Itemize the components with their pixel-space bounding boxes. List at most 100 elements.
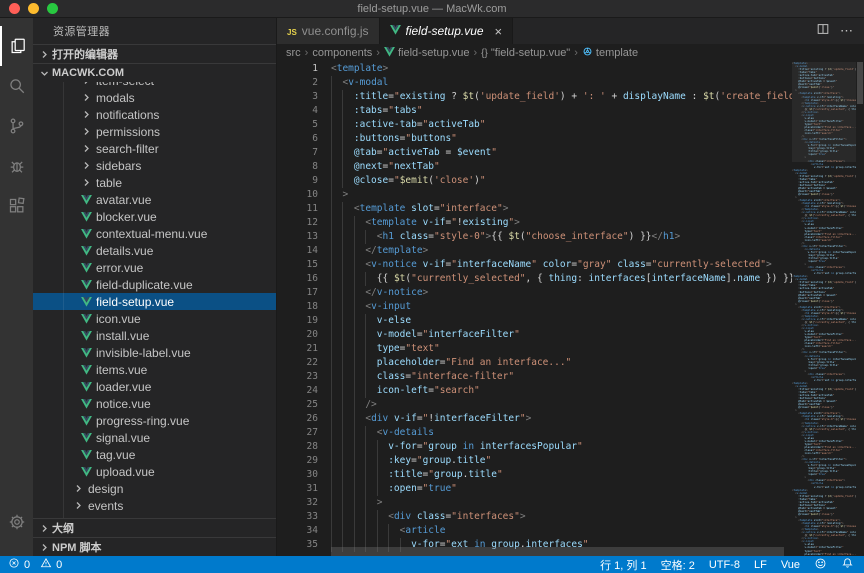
settings-gear-icon[interactable] (0, 502, 33, 542)
feedback-smiley-icon[interactable] (814, 557, 827, 573)
notifications-bell-icon[interactable] (841, 557, 854, 573)
tree-file-tag-vue[interactable]: tag.vue (33, 446, 276, 463)
eol-sequence[interactable]: LF (754, 559, 767, 571)
code-line-13[interactable]: 13 <h1 class="style-0">{{ $t("choose_int… (277, 230, 864, 244)
code-line-19[interactable]: 19 v-else (277, 314, 864, 328)
breadcrumb-item-2[interactable]: components (312, 47, 372, 59)
minimize-window-button[interactable] (28, 3, 39, 14)
minimap[interactable]: <template> <v-modal :title="existing ? $… (792, 62, 856, 556)
more-actions-icon[interactable]: ⋯ (840, 23, 854, 39)
tree-file-blocker-vue[interactable]: blocker.vue (33, 208, 276, 225)
minimap-slider[interactable] (792, 62, 856, 162)
tree-file-invisible-label-vue[interactable]: invisible-label.vue (33, 344, 276, 361)
tree-folder-notifications[interactable]: notifications (33, 106, 276, 123)
code-line-15[interactable]: 15 <v-notice v-if="interfaceName" color=… (277, 258, 864, 272)
tree-folder-modals[interactable]: modals (33, 89, 276, 106)
code-line-16[interactable]: 16 {{ $t("currently_selected", { thing: … (277, 272, 864, 286)
tree-file-contextual-menu-vue[interactable]: contextual-menu.vue (33, 225, 276, 242)
open-editors-section[interactable]: 打开的编辑器 (33, 44, 276, 63)
tree-file-install-vue[interactable]: install.vue (33, 327, 276, 344)
code-line-26[interactable]: 26 <div v-if="!interfaceFilter"> (277, 412, 864, 426)
breadcrumb-item-3[interactable]: field-setup.vue (384, 47, 470, 60)
extensions-icon[interactable] (0, 186, 33, 226)
code-line-7[interactable]: 7 @tab="activeTab = $event" (277, 146, 864, 160)
code-line-22[interactable]: 22 placeholder="Find an interface..." (277, 356, 864, 370)
language-mode[interactable]: Vue (781, 559, 800, 571)
split-editor-icon[interactable] (816, 22, 830, 41)
tree-file-icon-vue[interactable]: icon.vue (33, 310, 276, 327)
code-line-21[interactable]: 21 type="text" (277, 342, 864, 356)
code-line-17[interactable]: 17 </v-notice> (277, 286, 864, 300)
tree-file-items-vue[interactable]: items.vue (33, 361, 276, 378)
tree-file-signal-vue[interactable]: signal.vue (33, 429, 276, 446)
tab-vue-config-js[interactable]: JSvue.config.js (277, 18, 380, 44)
code-line-14[interactable]: 14 </template> (277, 244, 864, 258)
tree-folder-events[interactable]: events (33, 497, 276, 514)
code-line-20[interactable]: 20 v-model="interfaceFilter" (277, 328, 864, 342)
tree-folder-item-select[interactable]: item-select (33, 82, 276, 89)
tree-folder-permissions[interactable]: permissions (33, 123, 276, 140)
project-section[interactable]: MACWK.COM (33, 63, 276, 82)
code-line-12[interactable]: 12 <template v-if="!existing"> (277, 216, 864, 230)
code-line-24[interactable]: 24 icon-left="search" (277, 384, 864, 398)
code-line-3[interactable]: 3 :title="existing ? $t('update_field') … (277, 90, 864, 104)
tree-folder-table[interactable]: table (33, 174, 276, 191)
breadcrumb-item-4[interactable]: {}"field-setup.vue" (481, 47, 570, 59)
code-line-23[interactable]: 23 class="interface-filter" (277, 370, 864, 384)
code-line-1[interactable]: 1<template> (277, 62, 864, 76)
tree-file-field-duplicate-vue[interactable]: field-duplicate.vue (33, 276, 276, 293)
indentation[interactable]: 空格: 2 (661, 557, 695, 573)
code-line-11[interactable]: 11 <template slot="interface"> (277, 202, 864, 216)
maximize-window-button[interactable] (47, 3, 58, 14)
code-line-30[interactable]: 30 :title="group.title" (277, 468, 864, 482)
line-number: 28 (277, 440, 318, 454)
breadcrumb-item-5[interactable]: template (582, 46, 638, 60)
horizontal-scrollbar[interactable] (331, 547, 784, 556)
tree-file-error-vue[interactable]: error.vue (33, 259, 276, 276)
tree-file-details-vue[interactable]: details.vue (33, 242, 276, 259)
scrollbar-thumb[interactable] (857, 62, 863, 104)
line-number: 29 (277, 454, 318, 468)
code-line-29[interactable]: 29 :key="group.title" (277, 454, 864, 468)
cursor-position[interactable]: 行 1, 列 1 (600, 557, 646, 573)
close-window-button[interactable] (9, 3, 20, 14)
code-line-27[interactable]: 27 <v-details (277, 426, 864, 440)
code-line-10[interactable]: 10 > (277, 188, 864, 202)
npm-scripts-section[interactable]: NPM 脚本 (33, 537, 276, 556)
code-line-34[interactable]: 34 <article (277, 524, 864, 538)
tree-file-loader-vue[interactable]: loader.vue (33, 378, 276, 395)
tree-file-notice-vue[interactable]: notice.vue (33, 395, 276, 412)
close-tab-icon[interactable]: × (495, 24, 503, 39)
code-line-28[interactable]: 28 v-for="group in interfacesPopular" (277, 440, 864, 454)
code-line-6[interactable]: 6 :buttons="buttons" (277, 132, 864, 146)
tab-field-setup-vue[interactable]: field-setup.vue× (380, 18, 514, 44)
tree-folder-design[interactable]: design (33, 480, 276, 497)
breadcrumb-item-1[interactable]: src (286, 47, 301, 59)
code-line-18[interactable]: 18 <v-input (277, 300, 864, 314)
code-text: <template slot="interface"> (331, 202, 508, 216)
outline-section[interactable]: 大纲 (33, 518, 276, 537)
code-line-8[interactable]: 8 @next="nextTab" (277, 160, 864, 174)
tree-file-progress-ring-vue[interactable]: progress-ring.vue (33, 412, 276, 429)
code-line-5[interactable]: 5 :active-tab="activeTab" (277, 118, 864, 132)
encoding[interactable]: UTF-8 (709, 559, 740, 571)
tree-file-field-setup-vue[interactable]: field-setup.vue (33, 293, 276, 310)
code-line-9[interactable]: 9 @close="$emit('close')" (277, 174, 864, 188)
source-control-icon[interactable] (0, 106, 33, 146)
search-icon[interactable] (0, 66, 33, 106)
tree-file-upload-vue[interactable]: upload.vue (33, 463, 276, 480)
tree-folder-search-filter[interactable]: search-filter (33, 140, 276, 157)
code-line-32[interactable]: 32 > (277, 496, 864, 510)
vertical-scrollbar[interactable] (856, 62, 864, 556)
code-editor[interactable]: 1<template>2 <v-modal3 :title="existing … (277, 62, 864, 556)
code-line-31[interactable]: 31 :open="true" (277, 482, 864, 496)
tree-folder-sidebars[interactable]: sidebars (33, 157, 276, 174)
problems-status[interactable]: 0 0 (0, 557, 62, 572)
code-line-33[interactable]: 33 <div class="interfaces"> (277, 510, 864, 524)
tree-file-avatar-vue[interactable]: avatar.vue (33, 191, 276, 208)
debug-icon[interactable] (0, 146, 33, 186)
explorer-icon[interactable] (0, 26, 33, 66)
code-line-2[interactable]: 2 <v-modal (277, 76, 864, 90)
code-line-25[interactable]: 25 /> (277, 398, 864, 412)
code-line-4[interactable]: 4 :tabs="tabs" (277, 104, 864, 118)
